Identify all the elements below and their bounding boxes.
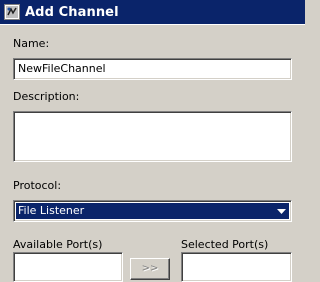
window-title: Add Channel [25, 4, 119, 20]
title-bar[interactable]: Add Channel [0, 0, 305, 24]
available-ports-label: Available Port(s) [13, 238, 103, 251]
dropdown-button[interactable] [273, 203, 289, 219]
description-label: Description: [13, 90, 80, 103]
name-label: Name: [13, 37, 50, 50]
description-textarea[interactable] [13, 111, 292, 162]
available-ports-list[interactable] [13, 252, 123, 282]
chevron-down-icon [276, 208, 286, 214]
protocol-label: Protocol: [13, 179, 62, 192]
name-field[interactable]: NewFileChannel [13, 58, 292, 80]
add-port-button[interactable]: >> [130, 258, 170, 280]
channel-app-icon [4, 4, 20, 20]
selected-ports-list[interactable] [181, 252, 292, 282]
selected-ports-label: Selected Port(s) [181, 238, 269, 251]
protocol-selected-value: File Listener [16, 203, 273, 219]
protocol-select[interactable]: File Listener [13, 200, 292, 222]
titlebar-divider [0, 24, 305, 27]
